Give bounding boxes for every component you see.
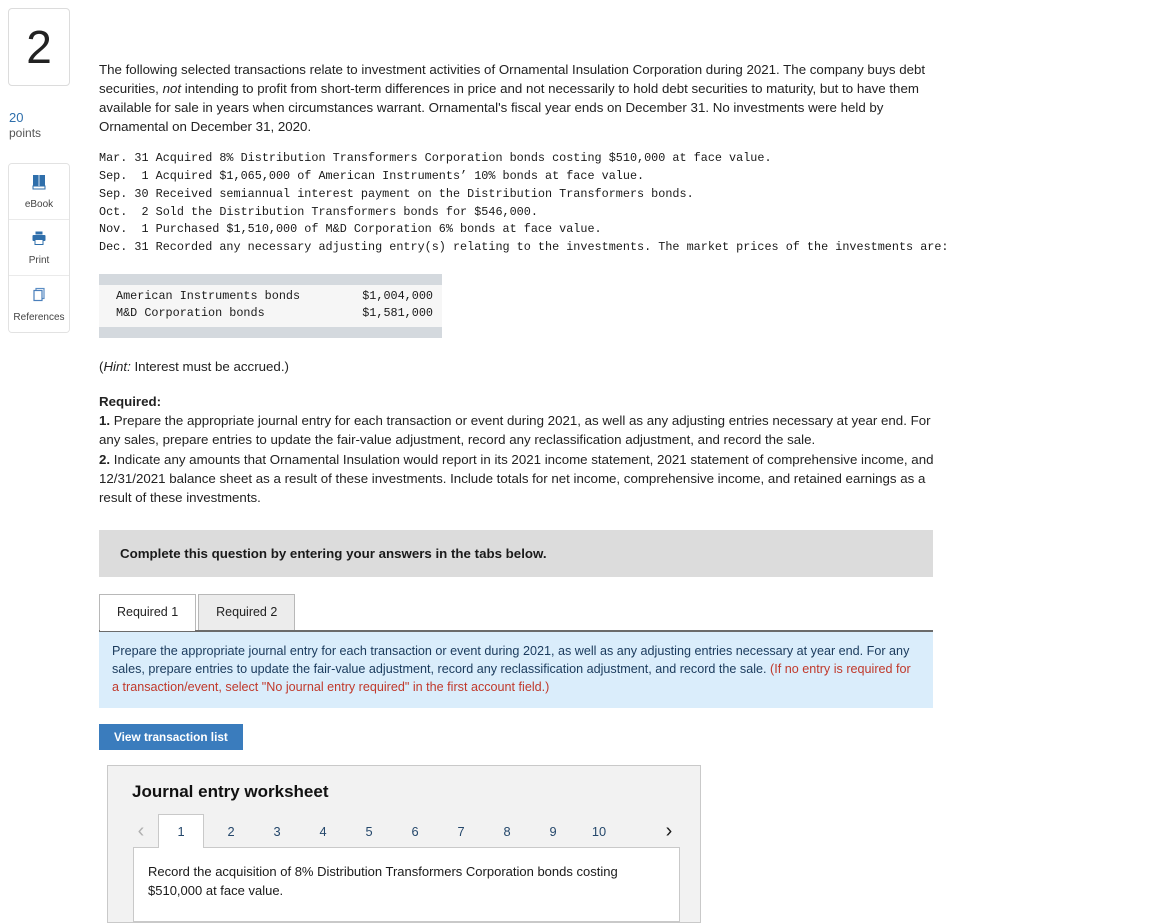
pager-page-3[interactable]: 3 xyxy=(263,815,291,847)
required-tabs: Required 1 Required 2 xyxy=(99,593,933,631)
question-content: The following selected transactions rela… xyxy=(99,0,1144,923)
question-number-box: 2 xyxy=(8,8,70,86)
worksheet-pager: ‹ 1 2 3 4 5 6 7 8 9 10 › xyxy=(108,814,700,849)
worksheet-description: Record the acquisition of 8% Distributio… xyxy=(148,864,618,899)
hint-label: Hint: xyxy=(103,358,131,374)
required-item-2-number: 2. xyxy=(99,452,111,468)
intro-part2: intending to profit from short-term diff… xyxy=(99,80,919,134)
complete-question-banner: Complete this question by entering your … xyxy=(99,529,933,577)
pager-prev-icon[interactable]: ‹ xyxy=(128,815,154,847)
market-prices-table: American Instruments bonds $1,004,000 M&… xyxy=(99,274,442,338)
pager-page-9[interactable]: 9 xyxy=(539,815,567,847)
transaction-list: Mar. 31 Acquired 8% Distribution Transfo… xyxy=(99,150,949,255)
tab-required-2-label: Required 2 xyxy=(216,605,278,620)
required-block: Required: 1. Prepare the appropriate jou… xyxy=(99,393,942,508)
required-item-2-text: Indicate any amounts that Ornamental Ins… xyxy=(99,452,934,505)
pager-page-8[interactable]: 8 xyxy=(493,815,521,847)
tab-required-2[interactable]: Required 2 xyxy=(198,593,296,630)
hint-line: (Hint: Interest must be accrued.) xyxy=(99,359,1144,374)
worksheet-title: Journal entry worksheet xyxy=(132,782,329,802)
required-heading: Required: xyxy=(99,393,162,409)
view-transaction-list-button[interactable]: View transaction list xyxy=(99,724,243,751)
left-tool-rail: 2 20 points eBook Print References xyxy=(8,8,70,334)
instruction-box: Prepare the appropriate journal entry fo… xyxy=(99,629,933,709)
required-item-1-text: Prepare the appropriate journal entry fo… xyxy=(99,413,931,448)
ebook-icon xyxy=(30,173,48,196)
pager-page-4[interactable]: 4 xyxy=(309,815,337,847)
security-amount: $1,004,000 xyxy=(362,289,433,304)
print-icon xyxy=(30,229,48,252)
table-body: American Instruments bonds $1,004,000 M&… xyxy=(99,285,442,327)
pager-page-7[interactable]: 7 xyxy=(447,815,475,847)
table-footer-bar xyxy=(99,326,442,338)
pager-page-5[interactable]: 5 xyxy=(355,815,383,847)
journal-entry-worksheet: Journal entry worksheet ‹ 1 2 3 4 5 6 7 … xyxy=(107,765,701,923)
table-row: American Instruments bonds $1,004,000 xyxy=(99,288,442,305)
tab-required-1-label: Required 1 xyxy=(117,605,179,620)
pager-page-10[interactable]: 10 xyxy=(585,815,613,847)
security-name: American Instruments bonds xyxy=(116,289,301,304)
complete-question-banner-text: Complete this question by entering your … xyxy=(120,545,547,561)
ebook-button[interactable]: eBook xyxy=(9,164,69,221)
pager-next-icon[interactable]: › xyxy=(656,815,682,847)
references-button[interactable]: References xyxy=(9,276,69,333)
points-label: points xyxy=(9,126,42,141)
table-row: M&D Corporation bonds $1,581,000 xyxy=(99,305,442,322)
points-block: 20 points xyxy=(8,110,70,141)
pager-page-6[interactable]: 6 xyxy=(401,815,429,847)
ebook-label: eBook xyxy=(24,199,54,211)
required-item-2: 2. Indicate any amounts that Ornamental … xyxy=(99,451,942,508)
references-label: References xyxy=(13,311,65,323)
tool-stack: eBook Print References xyxy=(8,163,70,334)
worksheet-content-panel: Record the acquisition of 8% Distributio… xyxy=(133,847,680,923)
required-item-1-number: 1. xyxy=(99,413,111,429)
pager-page-2[interactable]: 2 xyxy=(217,815,245,847)
references-icon xyxy=(30,286,48,309)
hint-text: Interest must be accrued.) xyxy=(130,358,289,374)
question-number: 2 xyxy=(26,21,52,73)
required-item-1: 1. Prepare the appropriate journal entry… xyxy=(99,412,942,450)
points-value: 20 xyxy=(9,110,24,125)
intro-paragraph: The following selected transactions rela… xyxy=(99,61,942,137)
pager-page-1[interactable]: 1 xyxy=(158,814,204,849)
intro-emphasis: not xyxy=(162,80,182,96)
security-amount: $1,581,000 xyxy=(362,306,433,321)
tab-required-1[interactable]: Required 1 xyxy=(99,593,197,631)
security-name: M&D Corporation bonds xyxy=(116,306,265,321)
table-header-bar xyxy=(99,274,442,286)
print-label: Print xyxy=(28,255,50,267)
print-button[interactable]: Print xyxy=(9,220,69,277)
